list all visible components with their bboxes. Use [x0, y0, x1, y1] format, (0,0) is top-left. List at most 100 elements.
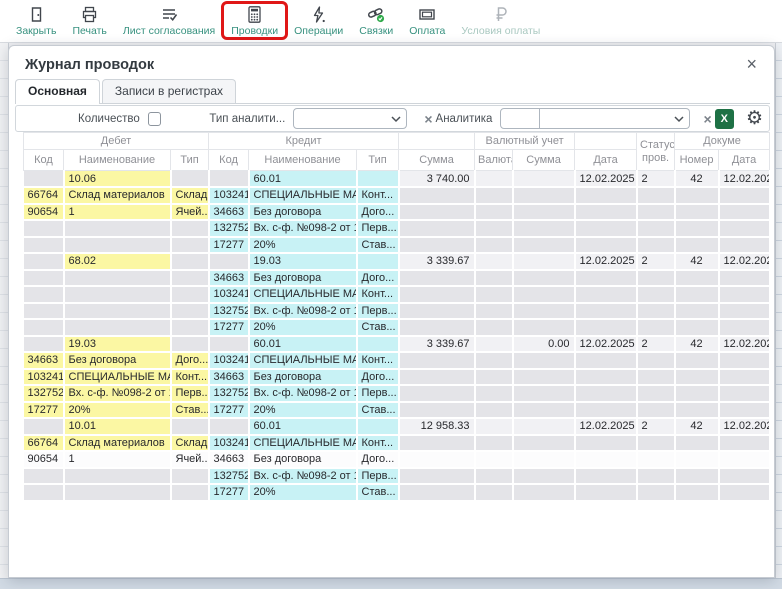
table-cell[interactable]	[209, 418, 249, 435]
table-cell[interactable]: 2	[637, 253, 675, 270]
table-cell[interactable]: Дого...	[357, 270, 399, 287]
table-cell[interactable]	[475, 270, 513, 287]
table-cell[interactable]	[399, 319, 475, 336]
table-cell[interactable]: 19.03	[249, 253, 357, 270]
table-cell[interactable]	[475, 171, 513, 188]
table-cell[interactable]	[719, 220, 770, 237]
table-cell[interactable]	[513, 253, 575, 270]
table-cell[interactable]	[399, 435, 475, 452]
table-cell[interactable]	[719, 303, 770, 320]
table-cell[interactable]	[637, 369, 675, 386]
table-cell[interactable]	[513, 171, 575, 188]
table-cell[interactable]	[171, 336, 209, 353]
table-cell[interactable]	[637, 303, 675, 320]
table-cell[interactable]: СПЕЦИАЛЬНЫЕ МАТ...	[64, 369, 171, 386]
table-cell[interactable]	[24, 484, 64, 501]
table-cell[interactable]: Дого...	[171, 352, 209, 369]
close-document-button[interactable]: Закрыть	[8, 3, 64, 38]
table-cell[interactable]	[637, 270, 675, 287]
table-cell[interactable]	[575, 484, 637, 501]
table-cell[interactable]	[171, 171, 209, 188]
table-cell[interactable]: 42	[675, 418, 719, 435]
table-cell[interactable]: 132752	[209, 385, 249, 402]
table-cell[interactable]	[675, 204, 719, 221]
table-cell[interactable]	[637, 451, 675, 468]
table-cell[interactable]: Вх. с-ф. №098-2 от 12...	[249, 220, 357, 237]
table-cell[interactable]	[513, 435, 575, 452]
table-cell[interactable]	[675, 270, 719, 287]
table-cell[interactable]: 12.02.2025	[575, 253, 637, 270]
column-header-credit-code[interactable]: Код	[209, 150, 249, 171]
table-cell[interactable]	[357, 418, 399, 435]
column-header-debit-name[interactable]: Наименование	[64, 150, 171, 171]
table-cell[interactable]	[719, 286, 770, 303]
column-header-date2[interactable]: Дата	[719, 150, 770, 171]
table-cell[interactable]	[637, 468, 675, 485]
table-cell[interactable]	[575, 435, 637, 452]
table-cell[interactable]	[475, 451, 513, 468]
table-cell[interactable]: Без договора	[64, 352, 171, 369]
table-cell[interactable]: Без договора	[249, 270, 357, 287]
table-cell[interactable]	[637, 435, 675, 452]
table-cell[interactable]	[637, 484, 675, 501]
table-cell[interactable]	[575, 369, 637, 386]
table-cell[interactable]: 20%	[249, 319, 357, 336]
column-header-status[interactable]: Статус пров.	[637, 133, 675, 171]
table-cell[interactable]	[675, 352, 719, 369]
table-cell[interactable]	[209, 171, 249, 188]
table-cell[interactable]	[399, 187, 475, 204]
table-cell[interactable]	[675, 468, 719, 485]
table-cell[interactable]: Склад	[171, 435, 209, 452]
table-cell[interactable]: Конт...	[357, 352, 399, 369]
table-cell[interactable]: Склад материалов	[64, 435, 171, 452]
clear-analytics-icon[interactable]: ×	[700, 111, 714, 127]
column-header-debit-type[interactable]: Тип	[171, 150, 209, 171]
table-cell[interactable]	[475, 352, 513, 369]
table-cell[interactable]: 12.02.2025	[575, 418, 637, 435]
table-cell[interactable]	[575, 385, 637, 402]
table-cell[interactable]: 103241	[209, 352, 249, 369]
table-cell[interactable]: 103241	[209, 286, 249, 303]
table-cell[interactable]: 132752	[209, 220, 249, 237]
table-cell[interactable]	[24, 220, 64, 237]
table-cell[interactable]: 3 339.67	[399, 253, 475, 270]
table-cell[interactable]: 34663	[209, 369, 249, 386]
table-cell[interactable]	[719, 352, 770, 369]
table-cell[interactable]: Без договора	[249, 369, 357, 386]
table-cell[interactable]: Ячей...	[171, 204, 209, 221]
table-cell[interactable]: Конт...	[357, 435, 399, 452]
table-cell[interactable]	[171, 270, 209, 287]
table-cell[interactable]	[64, 484, 171, 501]
table-cell[interactable]	[575, 286, 637, 303]
close-icon[interactable]: ×	[741, 52, 762, 76]
table-cell[interactable]	[675, 286, 719, 303]
table-cell[interactable]	[575, 451, 637, 468]
table-cell[interactable]	[399, 204, 475, 221]
table-cell[interactable]	[171, 468, 209, 485]
table-cell[interactable]	[675, 435, 719, 452]
table-cell[interactable]	[399, 220, 475, 237]
table-cell[interactable]	[475, 204, 513, 221]
table-cell[interactable]	[171, 484, 209, 501]
table-cell[interactable]	[399, 303, 475, 320]
table-cell[interactable]	[475, 319, 513, 336]
links-button[interactable]: Связки	[351, 3, 401, 38]
table-cell[interactable]	[399, 402, 475, 419]
table-cell[interactable]: 103241	[209, 435, 249, 452]
column-header-sum[interactable]: Сумма	[399, 150, 475, 171]
table-cell[interactable]: 12 958.33	[399, 418, 475, 435]
table-cell[interactable]: 10.06	[64, 171, 171, 188]
table-cell[interactable]	[399, 451, 475, 468]
table-cell[interactable]: СПЕЦИАЛЬНЫЕ МАТ...	[249, 187, 357, 204]
table-cell[interactable]: Конт...	[171, 369, 209, 386]
table-cell[interactable]	[513, 319, 575, 336]
table-cell[interactable]: 34663	[209, 451, 249, 468]
table-cell[interactable]	[513, 220, 575, 237]
table-cell[interactable]: 3 339.67	[399, 336, 475, 353]
table-cell[interactable]	[24, 319, 64, 336]
table-cell[interactable]	[24, 418, 64, 435]
table-cell[interactable]	[209, 253, 249, 270]
table-cell[interactable]	[475, 402, 513, 419]
table-cell[interactable]	[64, 319, 171, 336]
table-cell[interactable]: Перв...	[357, 303, 399, 320]
